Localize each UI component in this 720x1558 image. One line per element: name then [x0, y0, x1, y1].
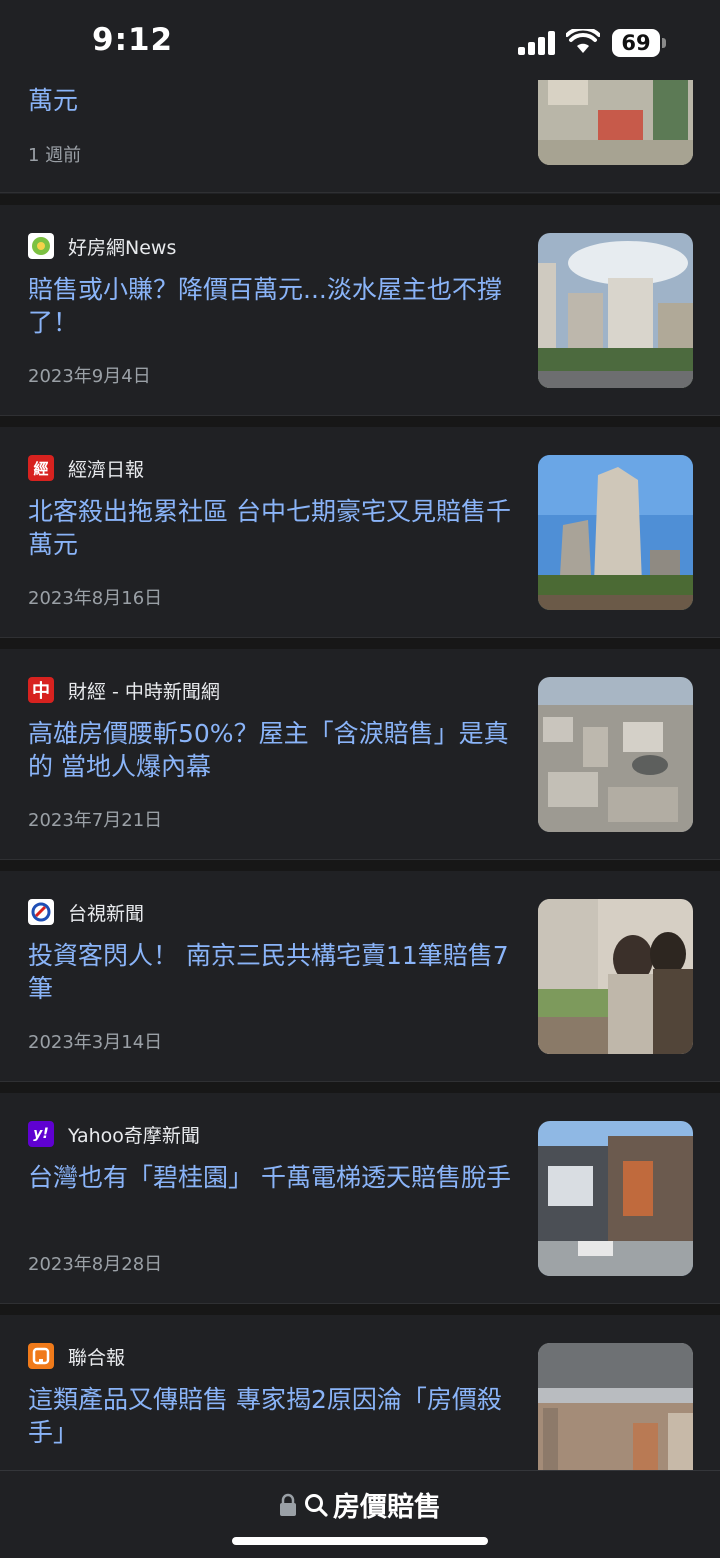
wifi-icon [566, 29, 600, 53]
source-row: 好房網News [28, 232, 176, 260]
card-divider [0, 638, 720, 649]
status-bar: 9:12 69 [0, 0, 720, 80]
card-divider [0, 1304, 720, 1315]
udn-money-logo-icon: 經 [28, 455, 54, 481]
article-headline[interactable]: 萬元 [28, 84, 518, 117]
source-name: 聯合報 [68, 1346, 126, 1369]
article-thumbnail[interactable] [538, 455, 693, 610]
news-card[interactable]: 中 財經 - 中時新聞網 高雄房價腰斬50%？屋主「含淚賠售」是真的 當地人爆內… [0, 649, 720, 860]
search-bar[interactable]: 房價賠售 [0, 1485, 720, 1524]
logo-text: 經 [33, 459, 49, 478]
lock-icon [280, 1493, 296, 1516]
article-headline[interactable]: 台灣也有「碧桂園」 千萬電梯透天賠售脫手 [28, 1161, 518, 1194]
news-card[interactable]: 台視新聞 投資客閃人！ 南京三民共構宅賣11筆賠售7筆 2023年3月14日 [0, 871, 720, 1082]
source-row: 經 經濟日報 [28, 454, 144, 482]
article-date: 2023年3月14日 [28, 1032, 163, 1053]
article-headline[interactable]: 這類產品又傳賠售 專家揭2原因淪「房價殺手」 [28, 1383, 518, 1449]
source-row: 台視新聞 [28, 898, 144, 926]
article-date: 2023年9月4日 [28, 366, 151, 387]
card-divider [0, 860, 720, 871]
cellular-signal-icon [518, 31, 558, 55]
card-divider [0, 416, 720, 427]
article-date: 2023年8月16日 [28, 588, 163, 609]
article-headline[interactable]: 高雄房價腰斬50%？屋主「含淚賠售」是真的 當地人爆內幕 [28, 717, 518, 783]
logo-text: y! [33, 1126, 49, 1142]
bottom-address-bar[interactable]: 房價賠售 [0, 1470, 720, 1558]
yahoo-logo-icon: y! [28, 1121, 54, 1147]
source-name: 台視新聞 [68, 902, 145, 925]
source-name: Yahoo奇摩新聞 [68, 1124, 200, 1147]
search-query[interactable]: 房價賠售 [333, 1485, 441, 1524]
article-thumbnail[interactable] [538, 1121, 693, 1276]
article-headline[interactable]: 投資客閃人！ 南京三民共構宅賣11筆賠售7筆 [28, 939, 518, 1005]
card-divider [0, 1082, 720, 1093]
source-name: 財經 - 中時新聞網 [68, 680, 220, 703]
news-card[interactable]: 好房網News 賠售或小賺？降價百萬元...淡水屋主也不撐了！ 2023年9月4… [0, 205, 720, 416]
article-thumbnail[interactable] [538, 899, 693, 1054]
home-indicator[interactable] [232, 1537, 488, 1545]
haofang-logo-icon [28, 233, 54, 259]
article-thumbnail[interactable] [538, 677, 693, 832]
card-divider [0, 194, 720, 205]
article-date: 2023年7月21日 [28, 810, 163, 831]
news-card[interactable]: 經 經濟日報 北客殺出拖累社區 台中七期豪宅又見賠售千萬元 2023年8月16日 [0, 427, 720, 638]
chinatimes-logo-icon: 中 [28, 677, 54, 703]
article-age: 1 週前 [28, 145, 82, 166]
source-row: y! Yahoo奇摩新聞 [28, 1120, 200, 1148]
ttv-logo-icon [28, 899, 54, 925]
source-row: 聯合報 [28, 1342, 125, 1370]
article-thumbnail[interactable] [538, 233, 693, 388]
source-name: 好房網News [68, 236, 177, 259]
battery-icon: 69 [612, 29, 666, 57]
article-headline[interactable]: 賠售或小賺？降價百萬元...淡水屋主也不撐了！ [28, 273, 518, 339]
logo-text: 中 [32, 681, 50, 702]
source-row: 中 財經 - 中時新聞網 [28, 676, 220, 704]
udn-logo-icon [28, 1343, 54, 1369]
article-date: 2023年8月28日 [28, 1254, 163, 1275]
source-name: 經濟日報 [68, 458, 145, 481]
battery-level: 69 [621, 31, 651, 55]
article-headline[interactable]: 北客殺出拖累社區 台中七期豪宅又見賠售千萬元 [28, 495, 518, 561]
search-icon [305, 1493, 328, 1517]
status-time: 9:12 [92, 22, 174, 58]
news-card[interactable]: y! Yahoo奇摩新聞 台灣也有「碧桂園」 千萬電梯透天賠售脫手 2023年8… [0, 1093, 720, 1304]
